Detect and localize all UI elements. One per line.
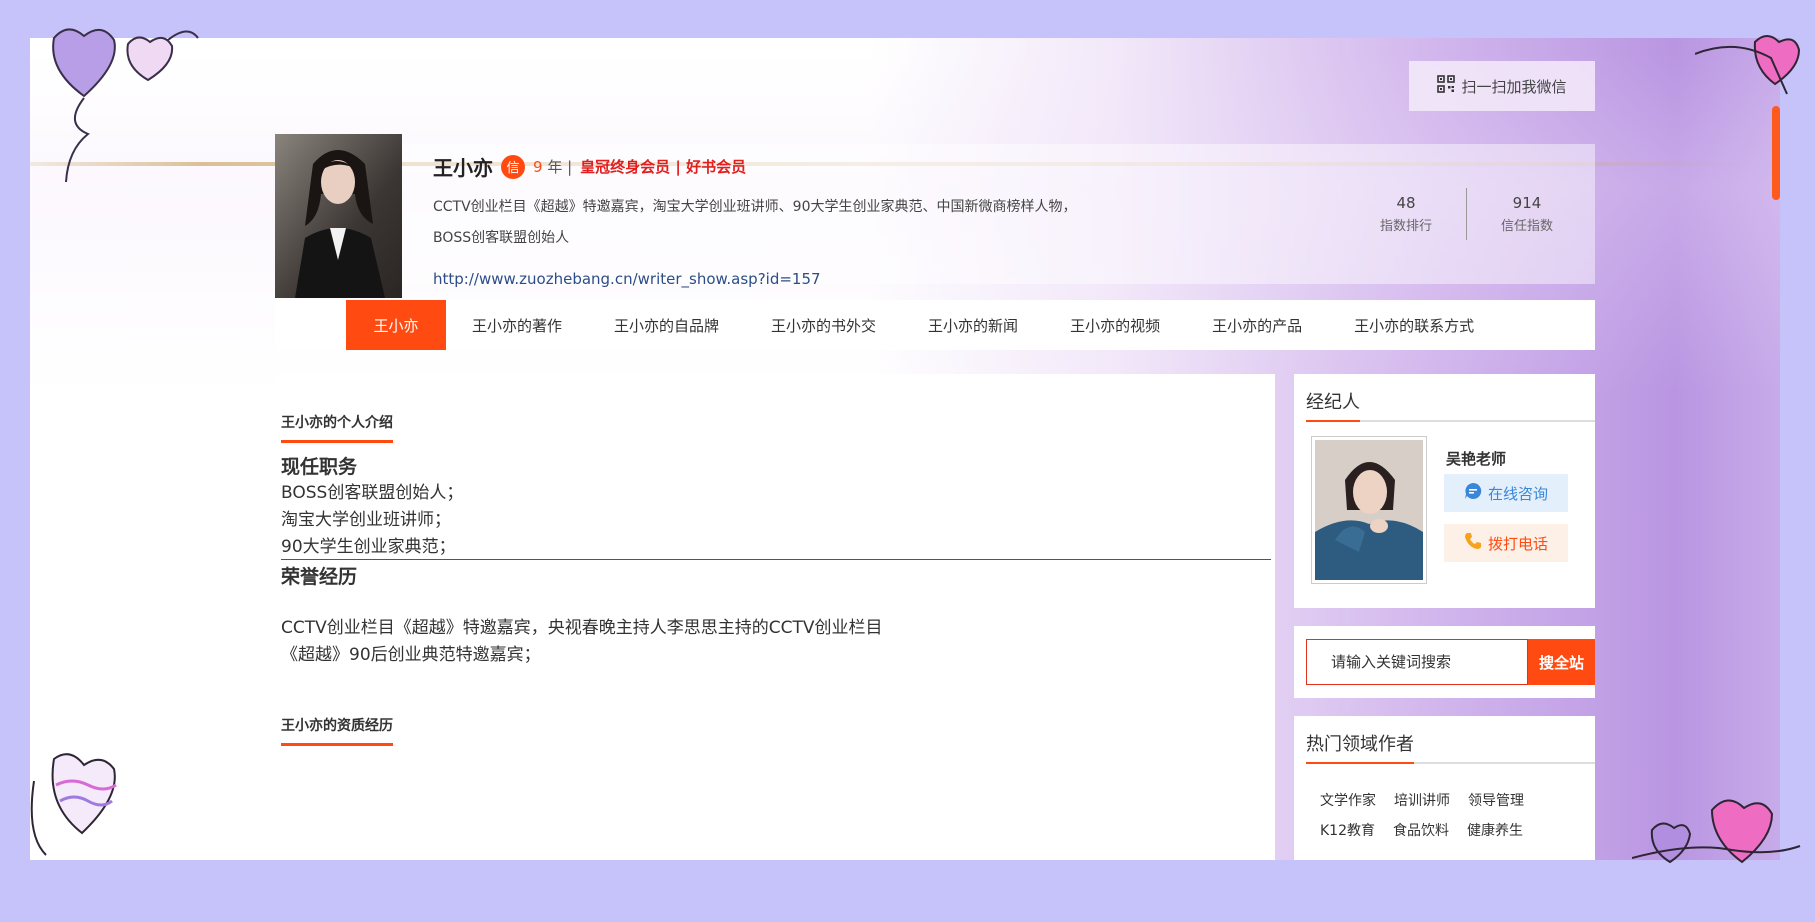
stat-label: 指数排行 [1379, 219, 1432, 234]
heart-doodle-icon [1631, 780, 1802, 874]
call-phone-label: 拨打电话 [1487, 534, 1548, 553]
heart-doodle-icon [26, 745, 136, 869]
nav-item-book-diplomacy[interactable]: 王小亦的书外交 [745, 300, 902, 350]
nav-item-products[interactable]: 王小亦的产品 [1186, 300, 1328, 350]
phone-icon [1464, 532, 1482, 554]
hot-author-tags: 文学作家 培训讲师 领导管理 K12教育 食品饮料 健康养生 [1320, 790, 1580, 840]
heart-doodle-icon [28, 14, 208, 198]
agent-heading-text: 经纪人 [1306, 388, 1360, 422]
online-consult-label: 在线咨询 [1487, 484, 1548, 503]
wechat-button-label: 扫一扫加我微信 [1461, 77, 1567, 96]
nav-item-news[interactable]: 王小亦的新闻 [902, 300, 1044, 350]
main-content: 王小亦的个人介绍 现任职务 BOSS创客联盟创始人； 淘宝大学创业班讲师； 90… [275, 374, 1275, 860]
site-search-button[interactable]: 搜全站 [1528, 639, 1595, 685]
heart-doodle-icon [1694, 28, 1805, 102]
chat-bubble-icon [1464, 482, 1482, 504]
nav-item-contact[interactable]: 王小亦的联系方式 [1328, 300, 1500, 350]
agent-photo-image [1315, 440, 1423, 580]
current-position-heading: 现任职务 [281, 456, 358, 478]
position-line: 淘宝大学创业班讲师； [281, 510, 451, 530]
agent-name: 吴艳老师 [1446, 450, 1507, 468]
author-name[interactable]: 王小亦 [433, 152, 493, 181]
wechat-qr-button[interactable]: 扫一扫加我微信 [1409, 61, 1595, 111]
content-divider [281, 559, 1271, 560]
agent-heading: 经纪人 [1306, 388, 1595, 422]
position-line: BOSS创客联盟创始人； [281, 483, 464, 503]
intro-section-title: 王小亦的个人介绍 [281, 412, 393, 443]
nav-item-home[interactable]: 王小亦 [346, 300, 446, 350]
qualification-section-title: 王小亦的资质经历 [281, 715, 393, 746]
member-years: 9 年 | [533, 156, 572, 177]
online-consult-button[interactable]: 在线咨询 [1444, 474, 1568, 512]
hot-tag[interactable]: 食品饮料 [1393, 820, 1449, 840]
author-avatar [275, 134, 402, 298]
stat-index-rank: 48 指数排行 [1356, 194, 1456, 234]
position-line: 90大学生创业家典范； [281, 537, 456, 557]
honors-heading: 荣誉经历 [281, 566, 358, 588]
stat-trust-index: 914 信任指数 [1477, 194, 1577, 234]
member-years-suffix: 年 | [547, 158, 573, 176]
page-frame: 扫一扫加我微信 王小亦 信 9 年 | 皇冠终身会员 | 好书会员 CCTV创业… [30, 38, 1780, 860]
nav-item-brand[interactable]: 王小亦的自品牌 [588, 300, 745, 350]
hot-tag[interactable]: 文学作家 [1320, 790, 1376, 810]
author-nav: 王小亦 王小亦的著作 王小亦的自品牌 王小亦的书外交 王小亦的新闻 王小亦的视频… [275, 300, 1595, 350]
profile-card: 王小亦 信 9 年 | 皇冠终身会员 | 好书会员 CCTV创业栏目《超越》特邀… [402, 144, 1595, 288]
stat-value: 914 [1512, 194, 1542, 212]
author-profile: 王小亦 信 9 年 | 皇冠终身会员 | 好书会员 CCTV创业栏目《超越》特邀… [275, 134, 1595, 298]
author-homepage-link[interactable]: http://www.zuozhebang.cn/writer_show.asp… [433, 270, 821, 288]
nav-item-videos[interactable]: 王小亦的视频 [1044, 300, 1186, 350]
hot-tag[interactable]: 领导管理 [1468, 790, 1524, 810]
hot-authors-heading: 热门领域作者 [1306, 730, 1595, 764]
hot-authors-heading-text: 热门领域作者 [1306, 730, 1414, 764]
honor-line: 《超越》90后创业典范特邀嘉宾； [281, 645, 541, 665]
scroll-indicator[interactable] [1772, 106, 1780, 200]
member-years-number: 9 [533, 158, 543, 176]
site-search-input[interactable] [1306, 639, 1528, 685]
author-bio: CCTV创业栏目《超越》特邀嘉宾，淘宝大学创业班讲师、90大学生创业家典范、中国… [433, 199, 1077, 246]
nav-item-works[interactable]: 王小亦的著作 [446, 300, 588, 350]
stat-label: 信任指数 [1500, 219, 1553, 234]
hot-tag[interactable]: 健康养生 [1467, 820, 1523, 840]
membership-level: 皇冠终身会员 | 好书会员 [580, 158, 747, 176]
stat-divider [1466, 188, 1467, 240]
search-panel: 搜全站 [1294, 626, 1595, 698]
hot-tag[interactable]: K12教育 [1320, 820, 1375, 840]
hot-authors-panel: 热门领域作者 文学作家 培训讲师 领导管理 K12教育 食品饮料 健康养生 [1294, 716, 1595, 860]
stat-value: 48 [1396, 194, 1416, 212]
qr-code-icon [1437, 75, 1456, 97]
author-stats: 48 指数排行 914 信任指数 [1356, 188, 1577, 240]
agent-photo [1311, 436, 1427, 584]
call-phone-button[interactable]: 拨打电话 [1444, 524, 1568, 562]
hot-tag[interactable]: 培训讲师 [1394, 790, 1450, 810]
trust-badge: 信 [501, 154, 525, 179]
honor-line: CCTV创业栏目《超越》特邀嘉宾，央视春晚主持人李思思主持的CCTV创业栏目 [281, 618, 883, 638]
name-row: 王小亦 信 9 年 | 皇冠终身会员 | 好书会员 [433, 152, 746, 181]
agent-panel: 经纪人 吴艳老师 在线咨询 拨打电话 [1294, 374, 1595, 608]
